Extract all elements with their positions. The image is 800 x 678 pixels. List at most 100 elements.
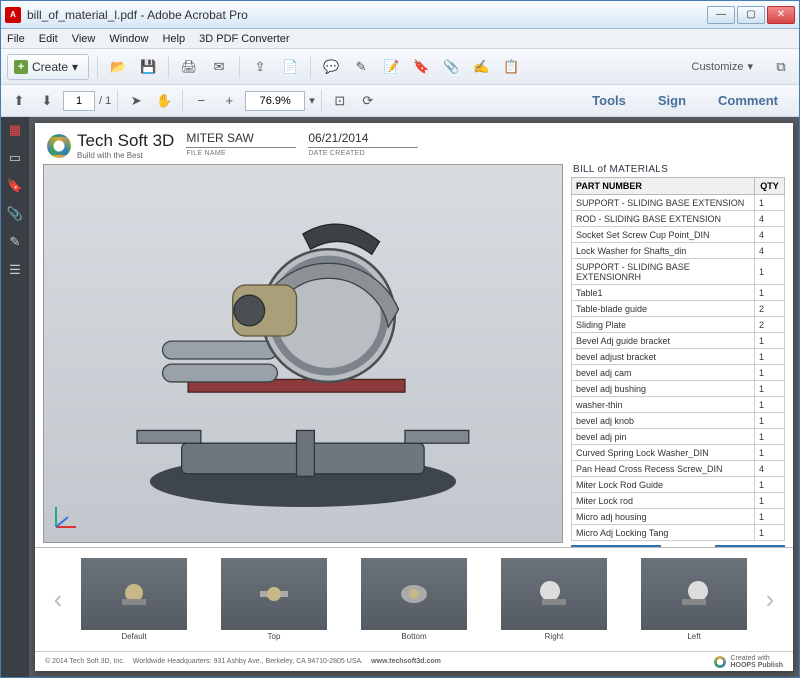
table-row[interactable]: ROD - SLIDING BASE EXTENSION4 (572, 211, 785, 227)
qty-cell: 1 (755, 477, 785, 493)
thumb-prev-button[interactable]: ‹ (49, 584, 67, 615)
table-row[interactable]: Bevel Adj guide bracket1 (572, 333, 785, 349)
clipboard-icon[interactable]: 📋 (499, 55, 523, 79)
menu-view[interactable]: View (72, 33, 96, 45)
miter-saw-model (75, 188, 531, 520)
part-cell: Miter Lock rod (572, 493, 755, 509)
table-row[interactable]: Curved Spring Lock Washer_DIN1 (572, 445, 785, 461)
menu-edit[interactable]: Edit (39, 33, 58, 45)
page-total: / 1 (99, 95, 111, 107)
page-up-icon[interactable]: ⬆ (7, 89, 31, 113)
thumb-next-button[interactable]: › (761, 584, 779, 615)
table-row[interactable]: Micro adj housing1 (572, 509, 785, 525)
page-input[interactable] (63, 91, 95, 111)
table-row[interactable]: Sliding Plate2 (572, 317, 785, 333)
thumbnail[interactable]: Top (221, 558, 327, 641)
sign-tab[interactable]: Sign (643, 88, 701, 113)
export-icon[interactable]: ⇪ (248, 55, 272, 79)
part-cell: Table-blade guide (572, 301, 755, 317)
page-icon[interactable]: 📄 (278, 55, 302, 79)
close-button[interactable]: ✕ (767, 6, 795, 24)
part-cell: ROD - SLIDING BASE EXTENSION (572, 211, 755, 227)
stamp-icon[interactable]: 🔖 (409, 55, 433, 79)
menu-window[interactable]: Window (109, 33, 148, 45)
hoops-badge: Created with HOOPS Publish (714, 655, 783, 669)
mail-icon[interactable]: ✉ (207, 55, 231, 79)
col-qty: QTY (755, 178, 785, 195)
table-row[interactable]: bevel adj bushing1 (572, 381, 785, 397)
thumbnails-icon[interactable]: ▦ (6, 121, 24, 139)
thumbnail[interactable]: Right (501, 558, 607, 641)
table-row[interactable]: bevel adj pin1 (572, 429, 785, 445)
signature-icon[interactable]: ✍ (469, 55, 493, 79)
qty-cell: 1 (755, 285, 785, 301)
save-icon[interactable]: 💾 (136, 55, 160, 79)
table-row[interactable]: Miter Lock Rod Guide1 (572, 477, 785, 493)
thumbnail[interactable]: Left (641, 558, 747, 641)
qty-cell: 1 (755, 445, 785, 461)
fit-icon[interactable]: ⊡ (328, 89, 352, 113)
table-row[interactable]: bevel adj cam1 (572, 365, 785, 381)
zoom-input[interactable] (245, 91, 305, 111)
table-row[interactable]: Miter Lock rod1 (572, 493, 785, 509)
table-row[interactable]: SUPPORT - SLIDING BASE EXTENSION1 (572, 195, 785, 211)
table-row[interactable]: SUPPORT - SLIDING BASE EXTENSIONRH1 (572, 259, 785, 285)
rotate-icon[interactable]: ⟳ (356, 89, 380, 113)
document-area[interactable]: Tech Soft 3D Build with the Best MITER S… (29, 117, 799, 677)
table-row[interactable]: Lock Washer for Shafts_din4 (572, 243, 785, 259)
tools-tab[interactable]: Tools (577, 88, 641, 113)
note-icon[interactable]: 📝 (379, 55, 403, 79)
col-part: PART NUMBER (572, 178, 755, 195)
qty-cell: 1 (755, 333, 785, 349)
print-icon[interactable]: 🖨 (177, 55, 201, 79)
thumbnail[interactable]: Default (81, 558, 187, 641)
comment-icon[interactable]: 💬 (319, 55, 343, 79)
page-footer: © 2014 Tech Soft 3D, Inc. Worldwide Head… (35, 651, 793, 671)
qty-cell: 1 (755, 195, 785, 211)
minimize-button[interactable]: — (707, 6, 735, 24)
pointer-icon[interactable]: ➤ (124, 89, 148, 113)
layers-icon[interactable]: ☰ (6, 261, 24, 279)
filename-label: FILE NAME (186, 150, 296, 157)
menu-3dpdf[interactable]: 3D PDF Converter (199, 33, 289, 45)
open-icon[interactable]: 📂 (106, 55, 130, 79)
zoom-in-icon[interactable]: + (217, 89, 241, 113)
menu-help[interactable]: Help (162, 33, 185, 45)
part-cell: bevel adj knob (572, 413, 755, 429)
part-cell: SUPPORT - SLIDING BASE EXTENSIONRH (572, 259, 755, 285)
table-row[interactable]: washer-thin1 (572, 397, 785, 413)
pages-icon[interactable]: ▭ (6, 149, 24, 167)
table-row[interactable]: bevel adj knob1 (572, 413, 785, 429)
titlebar[interactable]: A bill_of_material_l.pdf - Adobe Acrobat… (1, 1, 799, 29)
table-row[interactable]: Micro Adj Locking Tang1 (572, 525, 785, 541)
pin-icon[interactable]: ⧉ (769, 55, 793, 79)
bookmark-icon[interactable]: 🔖 (6, 177, 24, 195)
table-row[interactable]: Socket Set Screw Cup Point_DIN4 (572, 227, 785, 243)
customize-button[interactable]: Customize▾ (682, 54, 764, 80)
part-cell: bevel adj bushing (572, 381, 755, 397)
maximize-button[interactable]: ▢ (737, 6, 765, 24)
table-row[interactable]: Pan Head Cross Recess Screw_DIN4 (572, 461, 785, 477)
part-cell: Miter Lock Rod Guide (572, 477, 755, 493)
comment-tab[interactable]: Comment (703, 88, 793, 113)
3d-viewport[interactable] (43, 164, 563, 543)
table-row[interactable]: Table11 (572, 285, 785, 301)
hoops-icon (714, 656, 726, 668)
create-button[interactable]: + Create ▾ (7, 54, 89, 80)
menu-file[interactable]: File (7, 33, 25, 45)
hand-icon[interactable]: ✋ (152, 89, 176, 113)
zoom-dropdown-icon[interactable]: ▾ (309, 94, 315, 107)
zoom-out-icon[interactable]: − (189, 89, 213, 113)
qty-cell: 1 (755, 509, 785, 525)
table-row[interactable]: bevel adjust bracket1 (572, 349, 785, 365)
attach-icon[interactable]: 📎 (439, 55, 463, 79)
bom-title: BILL of MATERIALS (571, 164, 785, 177)
copyright: © 2014 Tech Soft 3D, Inc. (45, 658, 125, 665)
table-row[interactable]: Table-blade guide2 (572, 301, 785, 317)
attachments-icon[interactable]: 📎 (6, 205, 24, 223)
signatures-icon[interactable]: ✎ (6, 233, 24, 251)
page-down-icon[interactable]: ⬇ (35, 89, 59, 113)
highlight-icon[interactable]: ✎ (349, 55, 373, 79)
qty-cell: 1 (755, 493, 785, 509)
thumbnail[interactable]: Bottom (361, 558, 467, 641)
